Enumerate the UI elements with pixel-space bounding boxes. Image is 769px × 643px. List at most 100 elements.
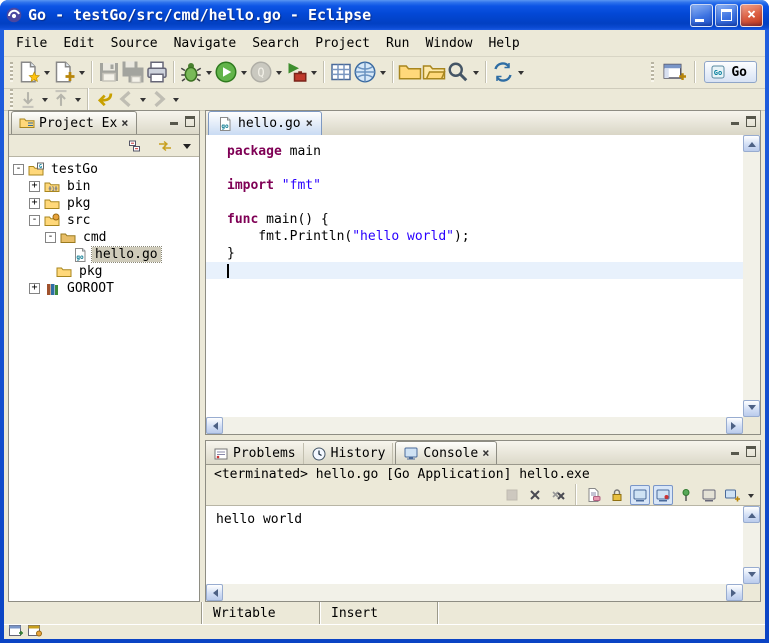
web-browser-button[interactable] bbox=[353, 60, 377, 84]
console-horizontal-scrollbar[interactable] bbox=[206, 584, 743, 601]
menu-file[interactable]: File bbox=[8, 33, 55, 54]
expander-icon[interactable]: + bbox=[29, 198, 40, 209]
go-views-icon[interactable] bbox=[28, 625, 42, 641]
code-line[interactable]: import "fmt" bbox=[206, 177, 743, 194]
web-browser-dropdown[interactable] bbox=[377, 60, 388, 84]
expander-icon[interactable]: - bbox=[29, 215, 40, 226]
minimize-button[interactable] bbox=[690, 4, 713, 27]
external-tools-dropdown[interactable] bbox=[308, 60, 319, 84]
scroll-up-button[interactable] bbox=[743, 506, 760, 523]
display-console-button[interactable] bbox=[699, 485, 719, 505]
console-vertical-scrollbar[interactable] bbox=[743, 506, 760, 584]
close-console-icon[interactable] bbox=[482, 446, 489, 461]
run-button[interactable] bbox=[214, 60, 238, 84]
current-line[interactable] bbox=[206, 262, 743, 279]
menu-run[interactable]: Run bbox=[378, 33, 417, 54]
open-perspective-button[interactable] bbox=[662, 60, 686, 84]
view-menu-icon[interactable] bbox=[183, 144, 191, 153]
debug-button[interactable] bbox=[179, 60, 203, 84]
scroll-right-button[interactable] bbox=[726, 417, 743, 434]
new-file-button[interactable] bbox=[52, 60, 76, 84]
minimize-console-icon[interactable] bbox=[730, 446, 740, 456]
menu-project[interactable]: Project bbox=[307, 33, 378, 54]
new-wizard-dropdown[interactable] bbox=[41, 60, 52, 84]
scroll-down-button[interactable] bbox=[743, 567, 760, 584]
sync-dropdown[interactable] bbox=[515, 60, 526, 84]
profile-dropdown[interactable] bbox=[273, 60, 284, 84]
tree-item-goroot[interactable]: + GOROOT bbox=[9, 280, 199, 297]
open-console-button[interactable] bbox=[722, 485, 742, 505]
fast-view-icon[interactable] bbox=[9, 625, 23, 641]
expander-icon[interactable]: - bbox=[45, 232, 56, 243]
minimize-editor-icon[interactable] bbox=[730, 116, 740, 126]
tree-item-pkg[interactable]: + pkg bbox=[9, 195, 199, 212]
tab-project-explorer[interactable]: Project Ex bbox=[11, 111, 137, 134]
clear-console-button[interactable] bbox=[584, 485, 604, 505]
back-dropdown[interactable] bbox=[137, 87, 148, 111]
tree-item-bin[interactable]: + 010 bin bbox=[9, 178, 199, 195]
debug-dropdown[interactable] bbox=[203, 60, 214, 84]
maximize-view-icon[interactable] bbox=[185, 116, 195, 126]
toolbar-grip[interactable] bbox=[10, 62, 13, 82]
close-view-icon[interactable] bbox=[121, 116, 128, 131]
remove-all-launches-button[interactable] bbox=[548, 485, 568, 505]
link-with-editor-button[interactable] bbox=[153, 134, 177, 158]
menu-source[interactable]: Source bbox=[103, 33, 166, 54]
scroll-down-button[interactable] bbox=[743, 400, 760, 417]
eclipse-icon[interactable] bbox=[6, 7, 22, 23]
editor-horizontal-scrollbar[interactable] bbox=[206, 417, 743, 434]
tab-problems[interactable]: Problems bbox=[206, 443, 304, 464]
titlebar[interactable]: Go - testGo/src/cmd/hello.go - Eclipse bbox=[0, 0, 769, 30]
editor-tab-hello-go[interactable]: go hello.go bbox=[208, 111, 322, 135]
previous-annotation-dropdown[interactable] bbox=[72, 87, 83, 111]
open-folder-button[interactable] bbox=[422, 60, 446, 84]
search-dropdown[interactable] bbox=[470, 60, 481, 84]
run-dropdown[interactable] bbox=[238, 60, 249, 84]
collapse-all-button[interactable] bbox=[123, 134, 147, 158]
go-perspective-chip[interactable]: Go Go bbox=[704, 61, 757, 83]
tree-item-cmd[interactable]: - cmd bbox=[9, 229, 199, 246]
close-editor-icon[interactable] bbox=[306, 116, 313, 131]
maximize-button[interactable] bbox=[715, 4, 738, 27]
external-tools-button[interactable] bbox=[284, 60, 308, 84]
minimize-view-icon[interactable] bbox=[169, 116, 179, 126]
next-annotation-dropdown[interactable] bbox=[39, 87, 50, 111]
previous-annotation-button[interactable] bbox=[50, 89, 72, 109]
pin-console-button[interactable] bbox=[676, 485, 696, 505]
maximize-editor-icon[interactable] bbox=[746, 116, 756, 126]
profile-button[interactable]: Q bbox=[249, 60, 273, 84]
tree-item-testgo[interactable]: - G testGo bbox=[9, 161, 199, 178]
menu-window[interactable]: Window bbox=[417, 33, 480, 54]
code-line[interactable]: package main bbox=[206, 143, 743, 160]
tab-console[interactable]: Console bbox=[395, 441, 497, 464]
next-annotation-button[interactable] bbox=[17, 89, 39, 109]
search-button[interactable] bbox=[446, 60, 470, 84]
code-line[interactable] bbox=[206, 160, 743, 177]
scroll-right-button[interactable] bbox=[726, 584, 743, 601]
scroll-left-button[interactable] bbox=[206, 584, 223, 601]
code-line[interactable] bbox=[206, 194, 743, 211]
tree-item-src[interactable]: - src bbox=[9, 212, 199, 229]
maximize-console-icon[interactable] bbox=[746, 446, 756, 456]
menu-edit[interactable]: Edit bbox=[55, 33, 102, 54]
forward-dropdown[interactable] bbox=[170, 87, 181, 111]
code-line[interactable]: fmt.Println("hello world"); bbox=[206, 228, 743, 245]
scroll-left-button[interactable] bbox=[206, 417, 223, 434]
nav-toolbar-grip[interactable] bbox=[10, 89, 13, 109]
remove-launch-button[interactable] bbox=[525, 485, 545, 505]
code-line[interactable]: } bbox=[206, 245, 743, 262]
show-stderr-button[interactable] bbox=[653, 485, 673, 505]
code-line[interactable]: func main() { bbox=[206, 211, 743, 228]
sync-button[interactable] bbox=[491, 60, 515, 84]
tab-history[interactable]: History bbox=[304, 443, 394, 464]
tree-item-src-pkg[interactable]: pkg bbox=[9, 263, 199, 280]
close-button[interactable] bbox=[740, 4, 763, 27]
expander-icon[interactable]: - bbox=[13, 164, 24, 175]
terminate-button[interactable] bbox=[502, 485, 522, 505]
save-all-button[interactable] bbox=[121, 60, 145, 84]
new-file-dropdown[interactable] bbox=[76, 60, 87, 84]
tree-item-hello-go[interactable]: go hello.go bbox=[9, 246, 199, 263]
expander-icon[interactable]: + bbox=[29, 181, 40, 192]
scroll-lock-button[interactable] bbox=[607, 485, 627, 505]
editor-vertical-scrollbar[interactable] bbox=[743, 135, 760, 417]
